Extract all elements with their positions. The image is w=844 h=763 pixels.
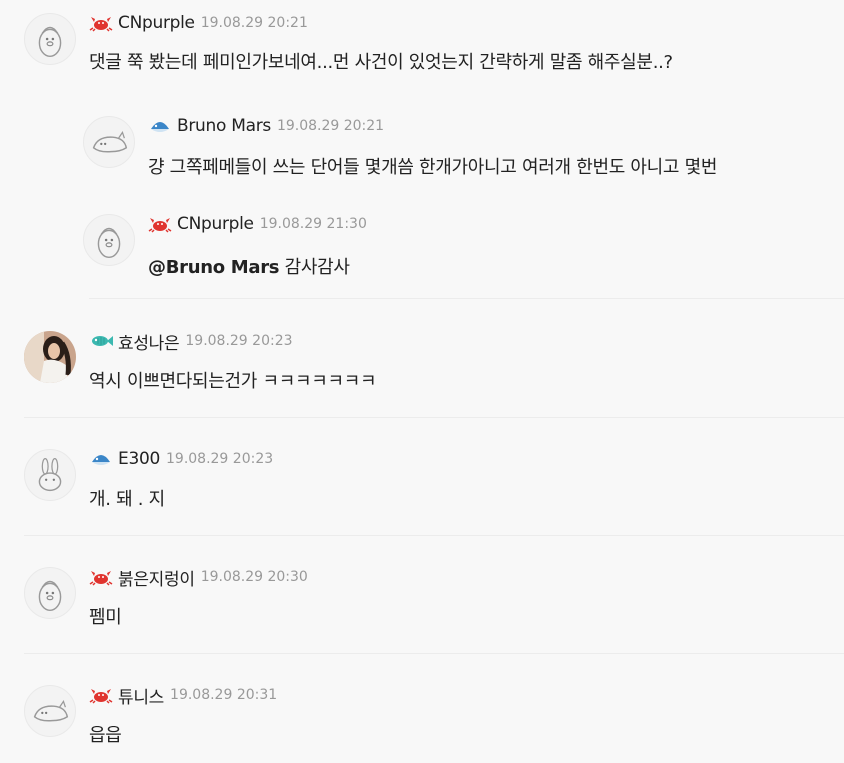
crab-icon [148, 215, 172, 233]
comment-nickname[interactable]: 붉은지렁이 [118, 565, 195, 590]
comment-nickname[interactable]: CNpurple [118, 13, 195, 33]
comment-timestamp: 19.08.29 20:30 [200, 569, 308, 585]
divider [24, 653, 844, 654]
comment-timestamp: 19.08.29 20:21 [276, 118, 385, 134]
comment-text: 역시 이쁘면다되는건가 ㅋㅋㅋㅋㅋㅋㅋ [89, 371, 377, 392]
comment-text: 펨미 [89, 607, 122, 628]
penguin-avatar[interactable] [24, 13, 76, 65]
comment-nickname[interactable]: 튜니스 [118, 683, 164, 708]
comment-timestamp: 19.08.29 20:23 [166, 451, 274, 467]
comment-text: 읍읍 [89, 725, 122, 746]
comment-text: @Bruno Mars 감사감사 [148, 253, 350, 279]
seal-avatar[interactable] [24, 685, 76, 737]
divider [89, 298, 844, 299]
pufferfish-icon [89, 450, 113, 468]
fish-icon [89, 332, 113, 350]
penguin-avatar[interactable] [24, 567, 76, 619]
crab-icon [89, 686, 113, 704]
comment-nickname[interactable]: 효성나은 [118, 329, 180, 354]
comment-nickname[interactable]: CNpurple [177, 214, 254, 234]
divider [24, 535, 844, 536]
comment-text: 개. 돼 . 지 [89, 489, 165, 510]
comment-timestamp: 19.08.29 20:31 [170, 687, 278, 703]
crab-icon [89, 568, 113, 586]
photo-avatar[interactable] [24, 331, 76, 383]
rabbit-avatar[interactable] [24, 449, 76, 501]
divider [24, 417, 844, 418]
penguin-avatar[interactable] [83, 214, 135, 266]
comment-text-rest: 감사감사 [279, 257, 350, 278]
comment-nickname[interactable]: Bruno Mars [177, 116, 271, 136]
comment-nickname[interactable]: E300 [118, 449, 160, 469]
comment-timestamp: 19.08.29 21:30 [259, 216, 367, 232]
mention-link[interactable]: @Bruno Mars [148, 257, 280, 278]
comment-timestamp: 19.08.29 20:23 [185, 333, 293, 349]
seal-avatar[interactable] [83, 116, 135, 168]
comment-text: 댓글 쭉 봤는데 페미인가보네여...먼 사건이 있엇는지 간략하게 말좀 해주… [89, 52, 673, 73]
comment-timestamp: 19.08.29 20:21 [200, 15, 308, 31]
pufferfish-icon [148, 117, 172, 135]
crab-icon [89, 14, 113, 32]
comment-text: 걍 그쪽페메들이 쓰는 단어들 몇개씀 한개가아니고 여러개 한번도 아니고 몇… [148, 157, 718, 178]
